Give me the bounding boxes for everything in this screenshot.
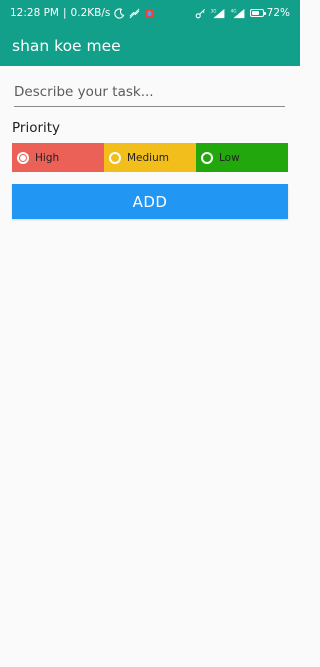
app-bar: shan koe mee — [0, 26, 300, 66]
add-button[interactable]: ADD — [12, 184, 288, 219]
moon-icon — [114, 7, 125, 19]
notification-icon — [144, 8, 155, 19]
battery-icon: 72% — [249, 0, 290, 26]
svg-text:3G: 3G — [210, 8, 216, 13]
status-bar: 12:28 PM | 0.2KB/s 3G 4G 72% — [0, 0, 300, 26]
app-title: shan koe mee — [12, 37, 121, 55]
radio-icon[interactable] — [109, 151, 121, 164]
status-separator: | — [63, 7, 67, 19]
status-data-speed: 0.2KB/s — [70, 7, 111, 19]
battery-percent: 72% — [266, 7, 290, 19]
priority-option-label: High — [35, 151, 60, 164]
priority-option-medium[interactable]: Medium — [104, 143, 196, 172]
key-icon — [195, 8, 206, 19]
radio-icon[interactable] — [17, 151, 29, 164]
priority-radio-group: High Medium Low — [12, 143, 288, 172]
radio-icon[interactable] — [201, 151, 213, 164]
battery-fill — [251, 11, 259, 15]
status-bar-right: 3G 4G 72% — [195, 0, 290, 26]
signal-3g-icon: 3G — [210, 8, 226, 19]
priority-option-high[interactable]: High — [12, 143, 104, 172]
priority-option-label: Low — [219, 151, 240, 164]
priority-option-label: Medium — [127, 151, 169, 164]
task-description-input[interactable] — [14, 82, 285, 107]
priority-label: Priority — [12, 120, 61, 136]
signal-4g-icon: 4G — [230, 8, 246, 19]
priority-option-low[interactable]: Low — [196, 143, 288, 172]
battery-shell — [249, 9, 266, 17]
svg-text:4G: 4G — [230, 8, 236, 13]
status-bar-left: 12:28 PM | 0.2KB/s — [10, 0, 155, 26]
status-time: 12:28 PM — [10, 7, 59, 19]
network-off-icon — [129, 8, 140, 19]
